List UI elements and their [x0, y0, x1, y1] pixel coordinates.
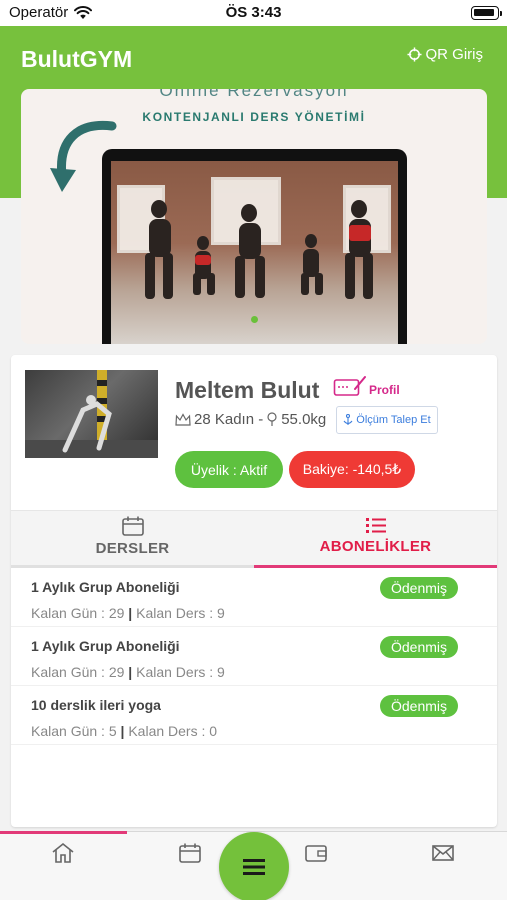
main-menu-button[interactable] — [219, 832, 289, 900]
profile-link-label: Profil — [369, 383, 400, 397]
crown-icon — [175, 412, 191, 426]
calendar-icon — [121, 516, 144, 536]
list-item[interactable]: 1 Aylık Grup Aboneliği Kalan Gün : 29 | … — [11, 627, 497, 686]
remaining-lessons: Kalan Ders : 9 — [136, 605, 225, 621]
crosshair-icon — [406, 47, 422, 62]
profile-photo — [25, 370, 158, 458]
status-time: ÖS 3:43 — [225, 4, 282, 21]
profile-card: Meltem Bulut Profil 28 Kadın - 55.0kg Öl… — [11, 355, 497, 827]
remaining-days: Kalan Gün : 5 — [31, 723, 117, 739]
laptop-image — [102, 149, 407, 344]
qr-login-button[interactable]: QR Giriş — [406, 46, 484, 63]
subscription-remaining: Kalan Gün : 29 | Kalan Ders : 9 — [31, 664, 225, 680]
edit-card-icon — [333, 376, 366, 396]
remaining-lessons: Kalan Ders : 0 — [128, 723, 218, 739]
list-icon — [365, 518, 386, 533]
wallet-icon[interactable] — [296, 840, 336, 866]
tab-abonelikler[interactable]: ABONELİKLER — [254, 511, 497, 569]
balance-badge[interactable]: Bakiye: -140,5₺ — [289, 451, 415, 488]
subscription-remaining: Kalan Gün : 29 | Kalan Ders : 9 — [31, 605, 225, 621]
list-item[interactable]: 10 derslik ileri yoga Kalan Gün : 5 | Ka… — [11, 686, 497, 745]
subscription-remaining: Kalan Gün : 5 | Kalan Ders : 0 — [31, 723, 217, 739]
weight-text: 55.0kg — [281, 411, 327, 428]
list-item[interactable]: 1 Aylık Grup Aboneliği Kalan Gün : 29 | … — [11, 568, 497, 627]
carousel-active-dot[interactable] — [251, 316, 258, 323]
tab-dersler[interactable]: DERSLER — [11, 511, 254, 569]
weight-icon — [267, 412, 277, 426]
subscription-title: 1 Aylık Grup Aboneliği — [31, 579, 180, 595]
payment-status-badge: Ödenmiş — [380, 695, 458, 717]
menu-icon — [243, 859, 265, 875]
subscriptions-list: 1 Aylık Grup Aboneliği Kalan Gün : 29 | … — [11, 568, 497, 745]
app-title: BulutGYM — [21, 46, 133, 72]
subscription-title: 1 Aylık Grup Aboneliği — [31, 638, 180, 654]
promo-banner[interactable]: Online Rezervasyon KONTENJANLI DERS YÖNE… — [21, 89, 487, 344]
member-stats: 28 Kadın - 55.0kg — [175, 411, 326, 428]
mail-icon[interactable] — [423, 840, 463, 866]
home-icon[interactable] — [43, 840, 83, 866]
status-bar: Operatör ÖS 3:43 — [0, 0, 507, 26]
calendar-icon[interactable] — [170, 840, 210, 866]
separator: | — [128, 605, 133, 621]
measurement-request-button[interactable]: Ölçüm Talep Et — [336, 406, 438, 434]
remaining-days: Kalan Gün : 29 — [31, 605, 125, 621]
fitness-class-photo — [111, 161, 398, 344]
profile-tabs: DERSLER ABONELİKLER — [11, 510, 497, 568]
tab-dersler-label: DERSLER — [95, 540, 170, 557]
battery-icon — [471, 6, 502, 20]
qr-login-label: QR Giriş — [425, 46, 484, 63]
anchor-icon — [343, 414, 353, 425]
payment-status-badge: Ödenmiş — [380, 577, 458, 599]
measurement-request-label: Ölçüm Talep Et — [356, 414, 431, 426]
payment-status-badge: Ödenmiş — [380, 636, 458, 658]
member-name: Meltem Bulut — [175, 377, 320, 403]
separator: | — [128, 664, 133, 680]
banner-title: Online Rezervasyon — [159, 89, 349, 100]
remaining-days: Kalan Gün : 29 — [31, 664, 125, 680]
age-gender-text: 28 Kadın - — [194, 411, 264, 428]
tab-abonelikler-label: ABONELİKLER — [319, 538, 432, 555]
remaining-lessons: Kalan Ders : 9 — [136, 664, 225, 680]
separator: | — [120, 723, 125, 739]
subscription-title: 10 derslik ileri yoga — [31, 697, 161, 713]
active-nav-indicator — [0, 831, 127, 834]
membership-status-badge[interactable]: Üyelik : Aktif — [175, 451, 283, 488]
profile-edit-link[interactable]: Profil — [333, 375, 400, 397]
